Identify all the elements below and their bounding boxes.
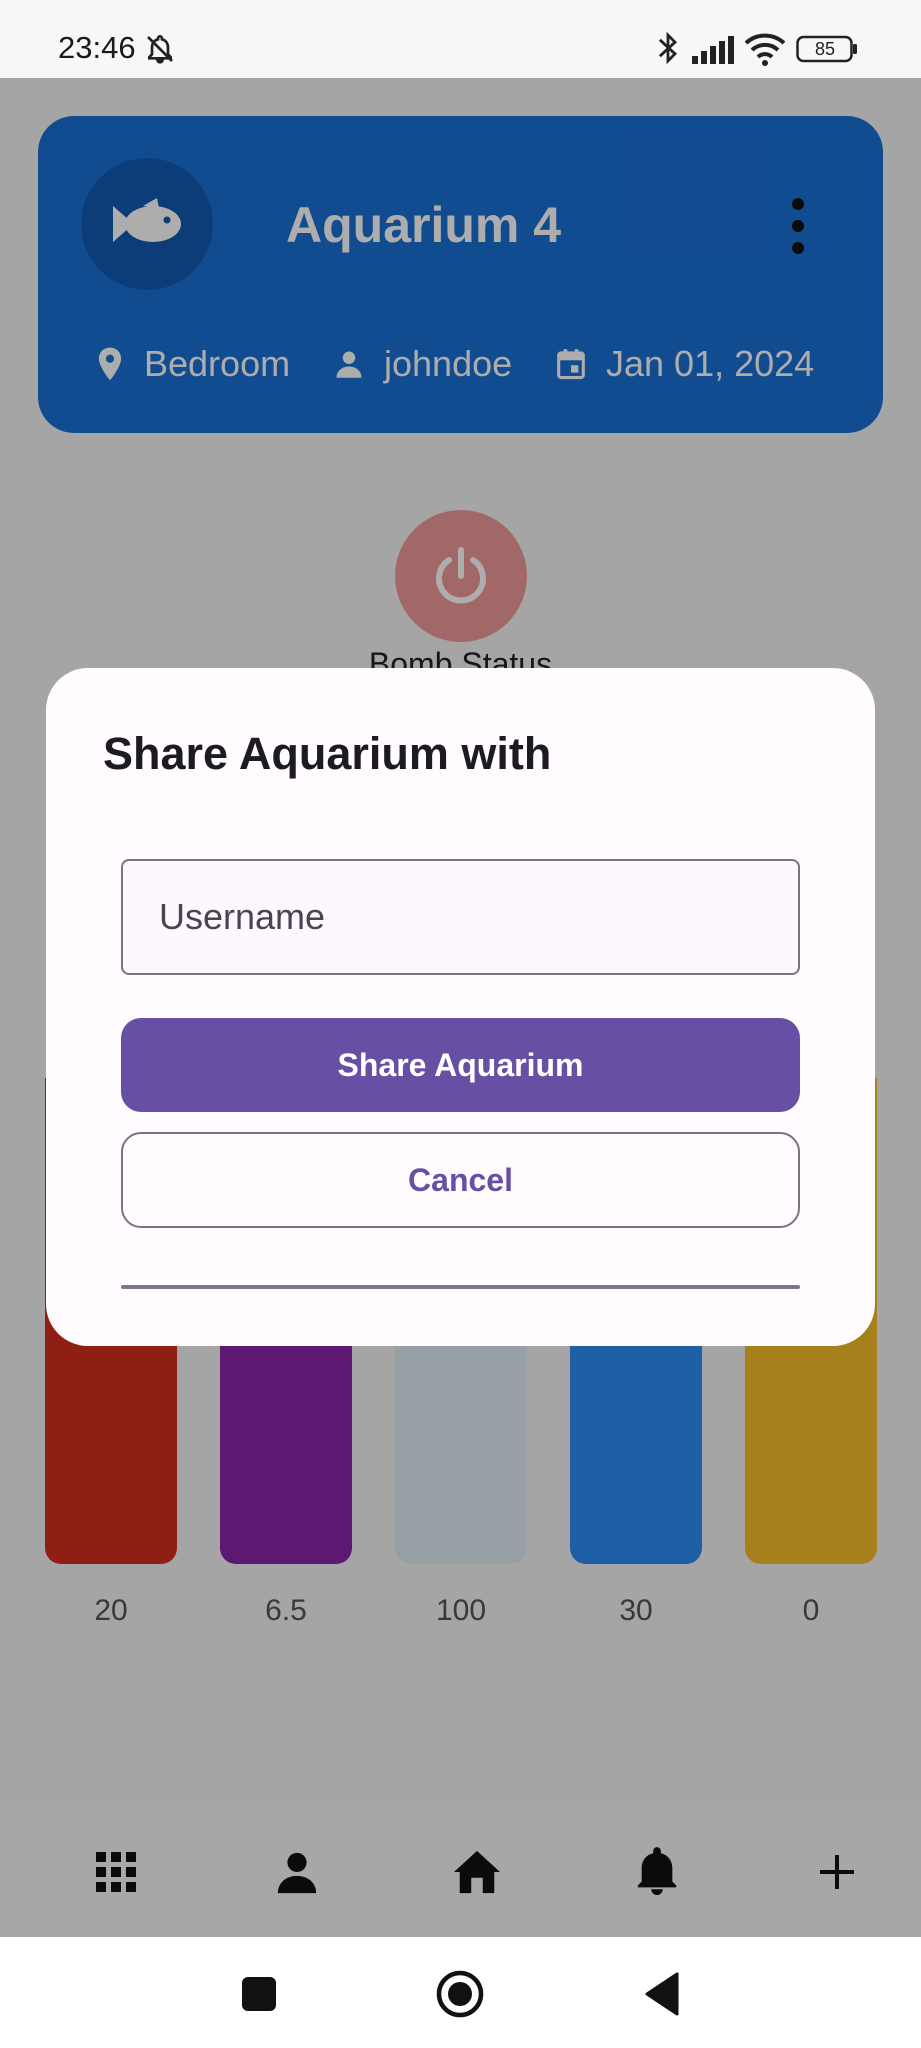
battery-icon: 85 — [796, 34, 858, 64]
share-aquarium-button[interactable]: Share Aquarium — [121, 1018, 800, 1112]
system-navigation-bar — [0, 1937, 921, 2048]
progress-divider — [121, 1285, 800, 1289]
back-triangle-icon[interactable] — [636, 1967, 690, 2021]
bell-off-icon — [144, 33, 176, 70]
dialog-title: Share Aquarium with — [103, 728, 552, 779]
status-time: 23:46 — [58, 30, 136, 65]
recents-square-icon[interactable] — [232, 1967, 286, 2021]
battery-level: 85 — [814, 39, 836, 59]
status-bar: 23:46 85 — [0, 0, 921, 78]
cancel-button[interactable]: Cancel — [121, 1132, 800, 1228]
wifi-icon — [744, 32, 786, 71]
username-input[interactable] — [121, 859, 800, 975]
home-circle-icon[interactable] — [433, 1967, 487, 2021]
share-aquarium-dialog: Share Aquarium with Share Aquarium Cance… — [46, 668, 875, 1346]
bluetooth-icon — [654, 30, 682, 71]
cellular-signal-icon — [692, 36, 736, 69]
